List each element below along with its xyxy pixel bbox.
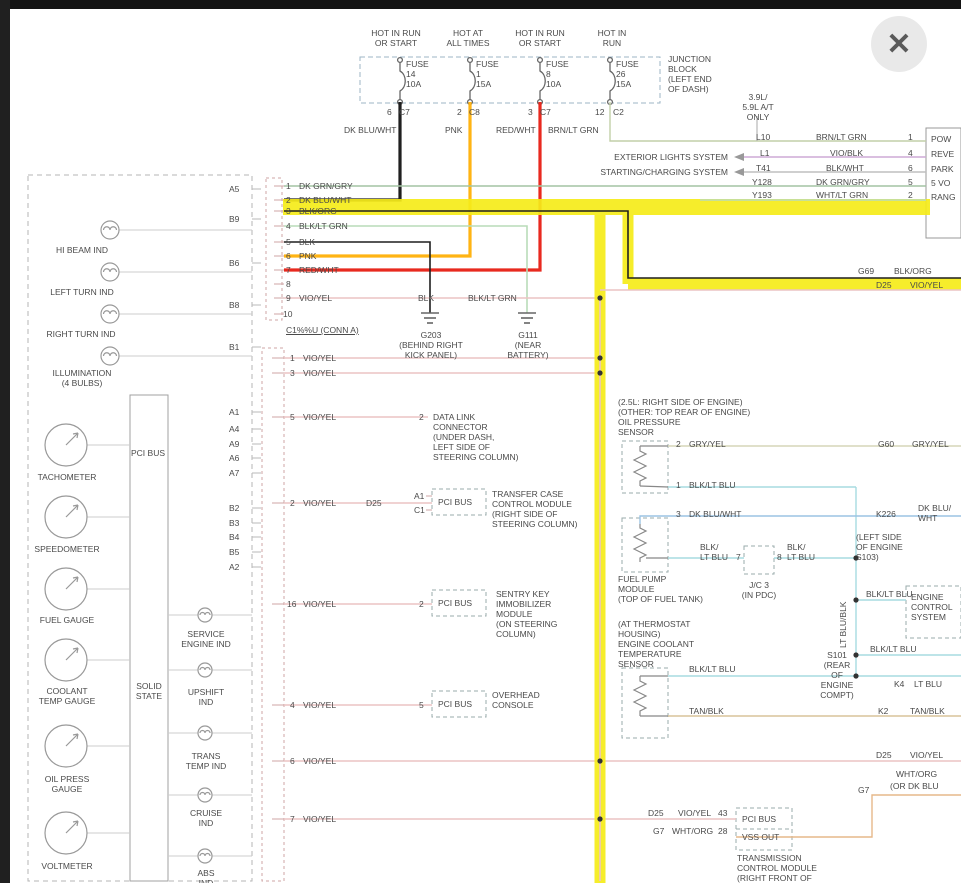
- splice-dot: [597, 370, 602, 375]
- pci-bus-box: [432, 489, 486, 515]
- ground-icon: [421, 313, 439, 323]
- wiring-diagram: [0, 0, 961, 883]
- engine-control-system-box: [906, 586, 961, 638]
- splice-dot: [853, 673, 858, 678]
- splice-dot-s103: [853, 555, 858, 560]
- resistor-icon: [634, 676, 646, 716]
- pin-stubs: [252, 189, 261, 567]
- arrow-left-icon: [734, 153, 744, 161]
- connector-a-box: [266, 178, 282, 320]
- fuse-symbols: [398, 58, 616, 105]
- splice-dot: [597, 758, 602, 763]
- indicator-lamp-icons: [101, 221, 212, 863]
- wire-dk-blu-wht: [640, 516, 961, 524]
- splice-dot: [597, 816, 602, 821]
- splice-dot: [597, 355, 602, 360]
- splice-dot: [597, 295, 602, 300]
- arrow-left-icon: [734, 168, 744, 176]
- solid-state-box: [130, 395, 168, 881]
- fuse-icon: [540, 62, 545, 100]
- ground-icon: [518, 313, 536, 323]
- pci-bus-box: [432, 590, 486, 616]
- wire-blk-ground: [284, 242, 430, 313]
- system-arrows: [734, 153, 744, 176]
- grounds: [421, 313, 536, 323]
- splice-dot-s101: [853, 652, 858, 657]
- close-button[interactable]: ✕: [871, 16, 927, 72]
- fuel-pump-module-box: [622, 518, 668, 572]
- instrument-cluster-box: [28, 175, 252, 881]
- resistor-icon: [634, 446, 646, 486]
- pci-bus-box: [432, 691, 486, 717]
- jc3-box: [744, 546, 774, 574]
- gauge-icons: [45, 424, 87, 854]
- connector-b-box: [262, 348, 284, 881]
- fuse-icon: [470, 62, 475, 100]
- wire-brn-lt-grn: [610, 102, 926, 141]
- resistor-icon: [634, 524, 646, 562]
- highlight-wires: [283, 207, 961, 883]
- wiring-diagram-viewer: HOT IN RUN OR STARTHOT AT ALL TIMESHOT I…: [0, 0, 961, 883]
- splice-dot: [853, 597, 858, 602]
- component-boxes: [28, 57, 961, 881]
- window-top-edge: [0, 0, 961, 9]
- wire-wht-org: [736, 795, 961, 837]
- right-module-box: [926, 128, 961, 238]
- wire-pnk-feed: [284, 102, 470, 256]
- coolant-sensor-box: [622, 668, 668, 738]
- window-left-edge: [0, 0, 10, 883]
- close-icon: ✕: [886, 27, 911, 62]
- fuse-icon: [400, 62, 405, 100]
- sensor-resistors: [634, 446, 668, 716]
- fuse-icon: [610, 62, 615, 100]
